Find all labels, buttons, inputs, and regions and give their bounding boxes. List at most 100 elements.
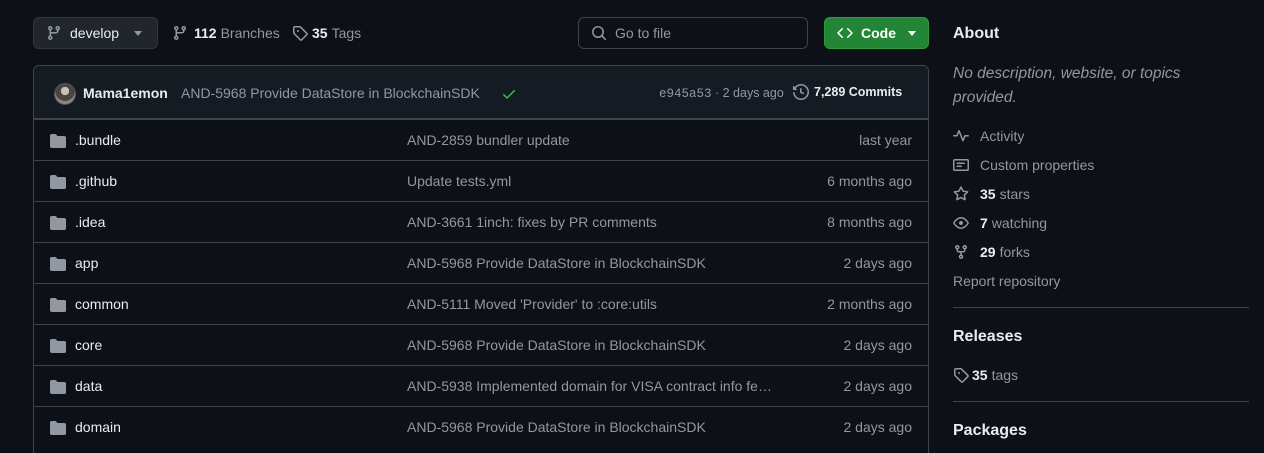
file-commit-time: 2 days ago: [843, 419, 913, 435]
search-input[interactable]: [615, 25, 795, 41]
commit-message[interactable]: AND-5968 Provide DataStore in Blockchain…: [181, 85, 480, 101]
file-commit-message[interactable]: AND-5968 Provide DataStore in Blockchain…: [407, 419, 797, 435]
folder-icon: [50, 174, 66, 190]
folder-icon: [50, 338, 66, 354]
avatar[interactable]: [54, 83, 76, 105]
file-commit-time: 6 months ago: [827, 173, 912, 189]
file-commit-message[interactable]: Update tests.yml: [407, 173, 797, 189]
branches-link[interactable]: 112 Branches: [172, 17, 280, 49]
file-name[interactable]: core: [75, 337, 102, 353]
watching-count: 7: [980, 215, 988, 231]
table-row: .idea AND-3661 1inch: fixes by PR comment…: [34, 201, 928, 242]
divider: [953, 307, 1249, 308]
commits-count: 7,289 Commits: [814, 85, 903, 99]
file-commit-message[interactable]: AND-3661 1inch: fixes by PR comments: [407, 214, 797, 230]
forks-count: 29: [980, 244, 996, 260]
branches-label: Branches: [220, 25, 280, 41]
git-branch-icon: [173, 26, 186, 41]
search-icon: [592, 26, 607, 41]
latest-commit-bar: Mama1emon AND-5968 Provide DataStore in …: [34, 66, 928, 119]
watching-link[interactable]: 7 watching: [953, 213, 1047, 233]
release-tags-link[interactable]: 35 tags: [953, 365, 1018, 385]
tags-count: 35: [312, 25, 328, 41]
table-row: common AND-5111 Moved 'Provider' to :core…: [34, 283, 928, 324]
stars-label: stars: [999, 186, 1030, 202]
caret-down-icon: [908, 31, 916, 36]
file-commit-time: 2 months ago: [827, 296, 912, 312]
file-name[interactable]: app: [75, 255, 98, 271]
file-commit-message[interactable]: AND-5938 Implemented domain for VISA con…: [407, 378, 797, 394]
code-icon: [837, 27, 853, 39]
pulse-icon: [953, 130, 969, 142]
releases-heading[interactable]: Releases: [953, 328, 1022, 346]
file-commit-time: 8 months ago: [827, 214, 912, 230]
file-commit-time: 2 days ago: [843, 255, 913, 271]
folder-icon: [50, 379, 66, 395]
eye-icon: [953, 217, 969, 229]
code-button[interactable]: Code: [824, 17, 929, 49]
folder-icon: [50, 420, 66, 436]
table-row: app AND-5968 Provide DataStore in Blockch…: [34, 242, 928, 283]
commit-sha[interactable]: e945a53 · 2 days ago: [659, 86, 784, 101]
file-commit-message[interactable]: AND-2859 bundler update: [407, 132, 797, 148]
report-repository-link[interactable]: Report repository: [953, 271, 1060, 291]
forks-link[interactable]: 29 forks: [953, 242, 1030, 262]
stars-link[interactable]: 35 stars: [953, 184, 1030, 204]
tags-link[interactable]: 35 Tags: [292, 17, 361, 49]
star-icon: [953, 186, 969, 201]
git-branch-icon: [47, 26, 60, 41]
custom-properties-label: Custom properties: [980, 157, 1095, 173]
branch-name: develop: [70, 25, 120, 41]
check-icon[interactable]: [501, 86, 517, 102]
forks-label: forks: [999, 244, 1030, 260]
tag-icon: [293, 26, 308, 41]
release-tags-label: tags: [991, 367, 1019, 383]
table-row: core AND-5968 Provide DataStore in Blockc…: [34, 324, 928, 365]
commit-sha-value[interactable]: e945a53: [659, 87, 712, 101]
history-icon: [793, 84, 809, 100]
file-commit-time: 2 days ago: [843, 337, 913, 353]
file-commit-message[interactable]: AND-5968 Provide DataStore in Blockchain…: [407, 255, 797, 271]
file-name[interactable]: .github: [75, 173, 117, 189]
branch-selector[interactable]: develop: [33, 17, 158, 49]
folder-icon: [50, 256, 66, 272]
commit-ago: 2 days ago: [722, 86, 784, 100]
commit-author[interactable]: Mama1emon: [83, 85, 168, 101]
file-commit-message[interactable]: AND-5968 Provide DataStore in Blockchain…: [407, 337, 797, 353]
file-commit-message[interactable]: AND-5111 Moved 'Provider' to :core:utils: [407, 296, 797, 312]
file-name[interactable]: .bundle: [75, 132, 121, 148]
activity-link[interactable]: Activity: [953, 126, 1024, 146]
watching-label: watching: [991, 215, 1048, 231]
file-name[interactable]: domain: [75, 419, 121, 435]
table-row: domain AND-5968 Provide DataStore in Bloc…: [34, 406, 928, 447]
table-row: data AND-5938 Implemented domain for VISA…: [34, 365, 928, 406]
caret-down-icon: [134, 31, 142, 36]
fork-icon: [955, 245, 967, 260]
code-button-label: Code: [861, 25, 896, 41]
stars-count: 35: [980, 186, 996, 202]
report-repository-label: Report repository: [953, 273, 1061, 289]
about-heading: About: [953, 25, 1000, 42]
file-commit-time: 2 days ago: [843, 378, 913, 394]
packages-heading[interactable]: Packages: [953, 422, 1027, 440]
folder-icon: [50, 297, 66, 313]
file-name[interactable]: data: [75, 378, 102, 394]
folder-icon: [50, 133, 66, 149]
tag-icon: [954, 368, 969, 383]
table-row: .bundle AND-2859 bundler update last year: [34, 119, 928, 160]
table-row: .github Update tests.yml 6 months ago: [34, 160, 928, 201]
commits-link[interactable]: 7,289 Commits: [793, 84, 902, 100]
folder-icon: [50, 215, 66, 231]
custom-properties-link[interactable]: Custom properties: [953, 155, 1094, 175]
activity-label: Activity: [980, 128, 1025, 144]
file-name[interactable]: common: [75, 296, 129, 312]
file-name[interactable]: .idea: [75, 214, 105, 230]
go-to-file-search[interactable]: [578, 17, 808, 49]
about-description: No description, website, or topics provi…: [953, 65, 1181, 106]
commit-sep: ·: [711, 86, 723, 100]
file-table: Mama1emon AND-5968 Provide DataStore in …: [33, 65, 929, 453]
file-commit-time: last year: [859, 132, 912, 148]
note-icon: [953, 159, 969, 171]
divider: [953, 401, 1249, 402]
release-tags-count: 35: [972, 367, 988, 383]
